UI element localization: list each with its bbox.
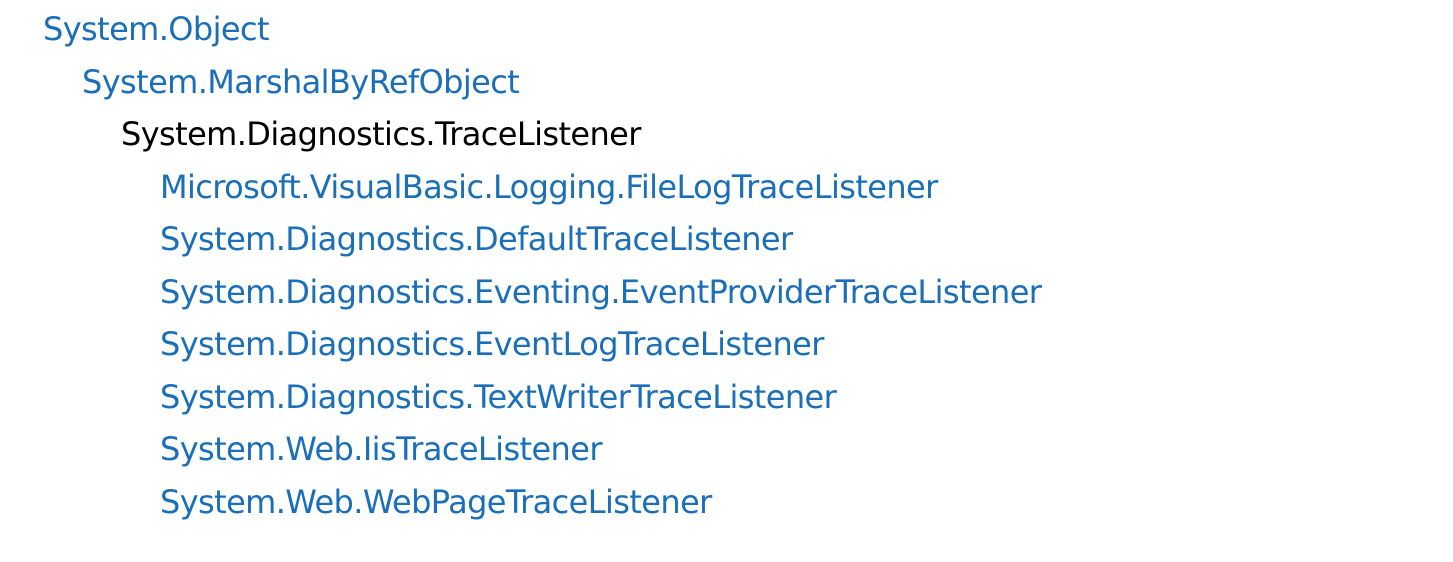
derived-link-eventprovidertracelistener[interactable]: System.Diagnostics.Eventing.EventProvide… [0,266,1453,319]
inheritance-hierarchy: System.Object System.MarshalByRefObject … [0,3,1453,528]
derived-link-textwritertracelistener[interactable]: System.Diagnostics.TextWriterTraceListen… [0,371,1453,424]
derived-link-defaulttracelistener[interactable]: System.Diagnostics.DefaultTraceListener [0,213,1453,266]
ancestor-link-system-object[interactable]: System.Object [0,3,1453,56]
derived-link-filelogtracelistener[interactable]: Microsoft.VisualBasic.Logging.FileLogTra… [0,161,1453,214]
derived-link-eventlogtracelistener[interactable]: System.Diagnostics.EventLogTraceListener [0,318,1453,371]
current-class-name: System.Diagnostics.TraceListener [121,115,641,153]
derived-link-webpagetracelistener[interactable]: System.Web.WebPageTraceListener [0,476,1453,529]
derived-link-iistracelistener[interactable]: System.Web.IisTraceListener [0,423,1453,476]
ancestor-link-system-marshalbyrefobject[interactable]: System.MarshalByRefObject [0,56,1453,109]
